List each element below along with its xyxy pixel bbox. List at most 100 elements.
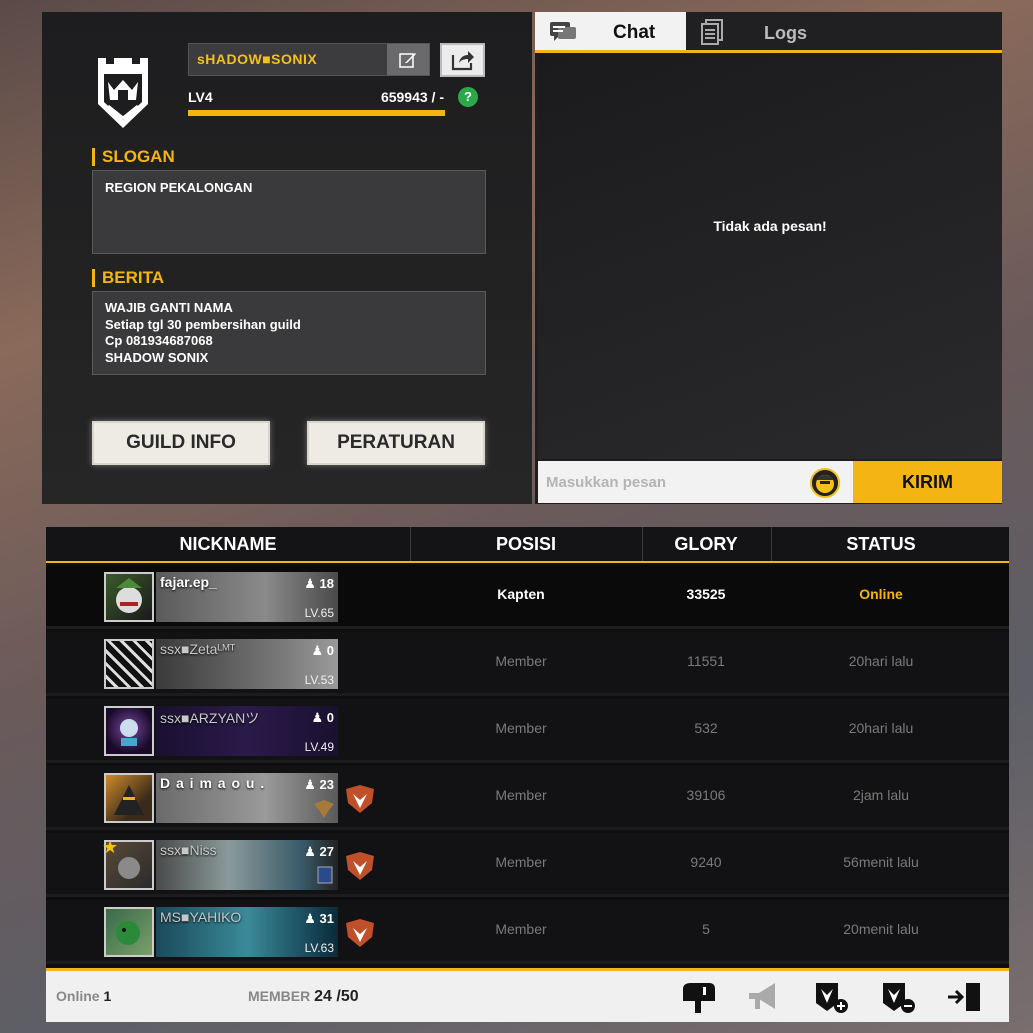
exp-progress-bar <box>188 110 445 116</box>
pencil-icon <box>399 52 416 68</box>
member-level: LV.65 <box>304 606 334 620</box>
slogan-text: REGION PEKALONGAN <box>92 170 486 254</box>
avatar <box>104 706 154 756</box>
guild-exp: 659943 / - <box>380 89 444 105</box>
table-row[interactable]: D a i m a o u . ♟ 23 Member 39106 2jam l… <box>46 766 1009 830</box>
member-status: 20hari lalu <box>848 653 914 669</box>
elite-pass-badge-icon <box>344 850 376 882</box>
chat-message-area[interactable]: Tidak ada pesan! <box>538 54 1002 459</box>
nickname-banner: ssx■Zetaᴸᴹᵀ ♟ 0 LV.53 <box>156 639 338 689</box>
table-row[interactable]: fajar.ep_ ♟ 18 LV.65 Kapten 33525 Online <box>46 565 1009 629</box>
help-icon[interactable]: ? <box>458 87 478 107</box>
star-icon: ★ <box>102 837 119 857</box>
message-input[interactable]: Masukkan pesan <box>538 461 853 503</box>
tab-chat-label: Chat <box>613 22 656 43</box>
online-counter: Online 1 <box>56 988 111 1004</box>
member-glory: 532 <box>694 720 718 736</box>
online-label: Online <box>56 988 100 1004</box>
document-icon <box>700 19 724 50</box>
member-nickname: D a i m a o u . <box>160 775 266 791</box>
share-icon <box>451 51 474 71</box>
online-count: 1 <box>103 988 112 1004</box>
member-level: LV.53 <box>304 673 334 687</box>
rank-emblem-icon <box>316 865 334 888</box>
guild-info-panel: sHADOW■SONIX LV4 659943 / - ? SLOGAN REG… <box>42 12 532 504</box>
avatar <box>104 907 154 957</box>
tab-logs[interactable]: Logs <box>686 12 826 52</box>
member-nickname: MS■YAHIKO <box>160 909 242 925</box>
send-button[interactable]: KIRIM <box>853 461 1002 503</box>
emoji-icon[interactable] <box>810 468 840 498</box>
invite-member-icon[interactable] <box>812 979 850 1015</box>
member-status: 56menit lalu <box>843 854 919 870</box>
like-count: ♟ 0 <box>311 643 334 658</box>
guild-level: LV4 <box>188 89 213 105</box>
chat-panel: Chat Logs Tidak ada pesan! Masukkan pesa… <box>535 12 1002 504</box>
table-row[interactable]: ★ ssx■Niss ♟ 27 Member 9240 56menit lalu <box>46 833 1009 897</box>
like-count: ♟ 31 <box>304 911 334 926</box>
share-button[interactable] <box>440 43 485 77</box>
member-position: Member <box>495 787 547 803</box>
member-status: 20menit lalu <box>843 921 919 937</box>
rank-emblem-icon <box>314 800 334 821</box>
table-row[interactable]: ssx■Zetaᴸᴹᵀ ♟ 0 LV.53 Member 11551 20har… <box>46 632 1009 696</box>
tab-logs-label: Logs <box>764 23 807 43</box>
tab-chat[interactable]: Chat <box>535 12 686 52</box>
rules-button[interactable]: PERATURAN <box>307 421 485 465</box>
member-glory: 39106 <box>686 787 726 803</box>
member-level: LV.63 <box>304 941 334 955</box>
news-text: WAJIB GANTI NAMA Setiap tgl 30 pembersih… <box>92 291 486 375</box>
member-position: Member <box>495 921 547 937</box>
like-count: ♟ 27 <box>304 844 334 859</box>
slogan-heading: SLOGAN <box>92 148 175 166</box>
news-line: Cp 081934687068 <box>105 333 213 348</box>
news-heading: BERITA <box>92 269 164 287</box>
column-status: STATUS <box>846 534 916 554</box>
member-position: Member <box>495 854 547 870</box>
guild-name-field: sHADOW■SONIX <box>188 43 430 76</box>
nickname-banner: ssx■ARZYANツ ♟ 0 LV.49 <box>156 706 338 756</box>
table-row[interactable]: ssx■ARZYANツ ♟ 0 LV.49 Member 532 20hari … <box>46 699 1009 763</box>
news-line: WAJIB GANTI NAMA <box>105 300 233 315</box>
like-count: ♟ 0 <box>311 710 334 725</box>
nickname-banner: ssx■Niss ♟ 27 <box>156 840 338 890</box>
member-level: LV.49 <box>304 740 334 754</box>
nickname-banner: MS■YAHIKO ♟ 31 LV.63 <box>156 907 338 957</box>
column-position: POSISI <box>495 534 557 554</box>
member-counter: MEMBER 24 /50 <box>248 988 359 1006</box>
chat-bubble-icon <box>549 21 577 49</box>
news-line: Setiap tgl 30 pembersihan guild <box>105 316 301 332</box>
nickname-banner: D a i m a o u . ♟ 23 <box>156 773 338 823</box>
like-count: ♟ 23 <box>304 777 334 792</box>
news-line: SHADOW SONIX <box>105 349 209 365</box>
member-position: Kapten <box>497 586 545 602</box>
like-count: ♟ 18 <box>304 576 334 591</box>
member-position: Member <box>495 653 547 669</box>
chat-tab-bar: Chat Logs <box>535 12 1002 53</box>
remove-member-icon[interactable] <box>879 979 917 1015</box>
mailbox-icon[interactable] <box>679 979 717 1015</box>
guild-emblem-icon <box>92 52 154 134</box>
avatar <box>104 572 154 622</box>
avatar <box>104 773 154 823</box>
exit-guild-icon[interactable] <box>946 979 984 1015</box>
member-glory: 5 <box>702 921 710 937</box>
member-footer-bar: Online 1 MEMBER 24 /50 <box>46 968 1009 1022</box>
member-nickname: ssx■Niss <box>160 842 217 858</box>
tab-underline <box>535 50 1002 53</box>
member-glory: 33525 <box>686 586 726 602</box>
member-status: 20hari lalu <box>848 720 914 736</box>
avatar <box>104 639 154 689</box>
member-status: 2jam lalu <box>852 787 910 803</box>
member-position: Member <box>495 720 547 736</box>
member-nickname: fajar.ep_ <box>160 574 217 590</box>
table-row[interactable]: MS■YAHIKO ♟ 31 LV.63 Member 5 20menit la… <box>46 900 1009 964</box>
guild-info-button[interactable]: GUILD INFO <box>92 421 270 465</box>
message-placeholder: Masukkan pesan <box>546 474 667 491</box>
member-count: 24 /50 <box>314 988 359 1005</box>
elite-pass-badge-icon <box>344 917 376 949</box>
megaphone-icon[interactable] <box>745 979 783 1015</box>
member-table: NICKNAME POSISI GLORY STATUS fajar.ep_ ♟… <box>46 527 1009 1022</box>
member-nickname: ssx■ARZYANツ <box>160 710 260 726</box>
edit-name-button[interactable] <box>387 44 429 75</box>
